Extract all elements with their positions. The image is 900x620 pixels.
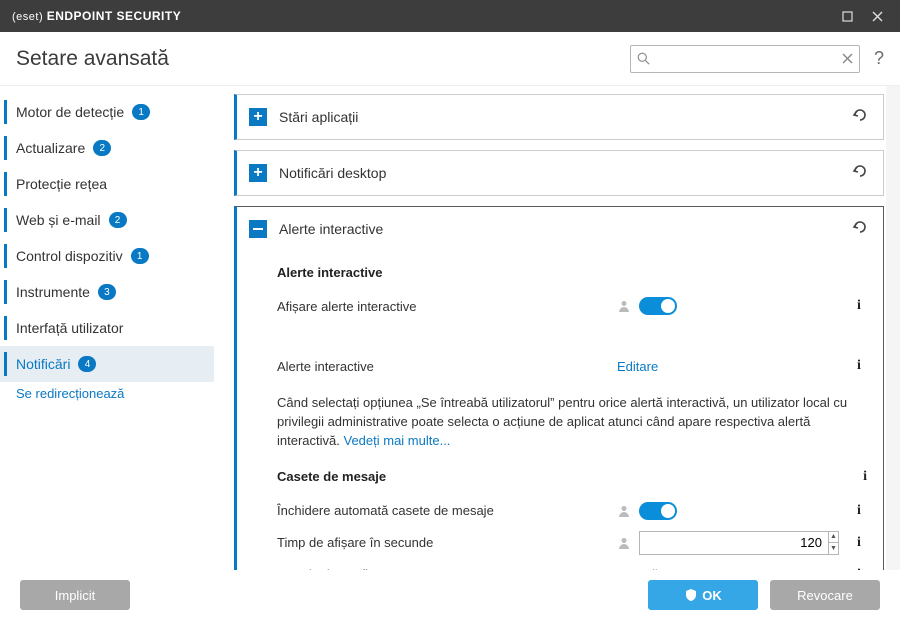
section-app-statuses: + Stări aplicații [234,94,884,140]
info-icon[interactable]: i [847,535,871,551]
label-interactive-alerts-list: Alerte interactive [277,359,617,374]
sidebar-item-notifications[interactable]: Notificări4 [0,346,214,382]
sidebar-item-update[interactable]: Actualizare2 [0,130,214,166]
shield-icon [684,588,698,602]
label-autoclose-boxes: Închidere automată casete de mesaje [277,503,617,518]
window-close-button[interactable] [862,0,892,32]
stepper-down[interactable]: ▼ [829,543,838,554]
sidebar-item-detection-engine[interactable]: Motor de detecție1 [0,94,214,130]
main-content: + Stări aplicații + Notificări desktop A… [214,86,886,570]
search-icon [637,52,650,65]
info-icon[interactable]: i [863,469,867,485]
sidebar-item-tools[interactable]: Instrumente3 [0,274,214,310]
label-display-time: Timp de afișare în secunde [277,535,617,550]
search-input[interactable] [656,51,836,66]
info-icon[interactable]: i [847,358,871,374]
expand-icon: + [249,164,267,182]
info-icon[interactable]: i [847,503,871,519]
display-time-stepper[interactable]: ▲▼ [639,531,839,555]
window-maximize-button[interactable] [832,0,862,32]
group-title-interactive-alerts: Alerte interactive [277,265,871,280]
stepper-up[interactable]: ▲ [829,532,838,543]
see-more-link[interactable]: Vedeți mai multe... [343,433,450,448]
section-desktop-notifications: + Notificări desktop [234,150,884,196]
scrollbar[interactable] [886,86,900,570]
label-show-interactive-alerts: Afișare alerte interactive [277,299,617,314]
edit-interactive-alerts-link[interactable]: Editare [617,359,658,374]
toggle-autoclose-boxes[interactable] [639,502,677,520]
user-icon [617,504,631,518]
help-button[interactable]: ? [874,48,884,69]
ok-button[interactable]: OK [648,580,758,610]
app-brand: (eset) ENDPOINT SECURITY [12,9,181,23]
section-desktop-notifications-header[interactable]: + Notificări desktop [237,151,883,195]
cancel-button[interactable]: Revocare [770,580,880,610]
sidebar-sub-forwarding[interactable]: Se redirecționează [0,382,214,405]
info-icon[interactable]: i [847,298,871,314]
default-button[interactable]: Implicit [20,580,130,610]
toggle-show-interactive-alerts[interactable] [639,297,677,315]
group-title-message-boxes: Casete de mesaje [277,469,386,484]
collapse-icon [249,220,267,238]
sidebar-item-network-protection[interactable]: Protecție rețea [0,166,214,202]
section-app-statuses-header[interactable]: + Stări aplicații [237,95,883,139]
sidebar-item-web-email[interactable]: Web și e-mail2 [0,202,214,238]
undo-icon[interactable] [851,219,871,240]
clear-search-icon[interactable] [842,53,853,64]
display-time-input[interactable] [640,535,828,550]
interactive-alerts-description: Când selectați opțiunea „Se întreabă uti… [277,394,871,451]
section-interactive-alerts-header[interactable]: Alerte interactive [237,207,883,251]
sidebar: Motor de detecție1 Actualizare2 Protecți… [0,86,214,570]
undo-icon[interactable] [851,107,871,128]
sidebar-item-device-control[interactable]: Control dispozitiv1 [0,238,214,274]
search-box[interactable] [630,45,860,73]
undo-icon[interactable] [851,163,871,184]
expand-icon: + [249,108,267,126]
user-icon [617,536,631,550]
page-title: Setare avansată [16,47,169,71]
user-icon [617,299,631,313]
section-interactive-alerts: Alerte interactive Alerte interactive Af… [234,206,884,570]
sidebar-item-ui[interactable]: Interfață utilizator [0,310,214,346]
